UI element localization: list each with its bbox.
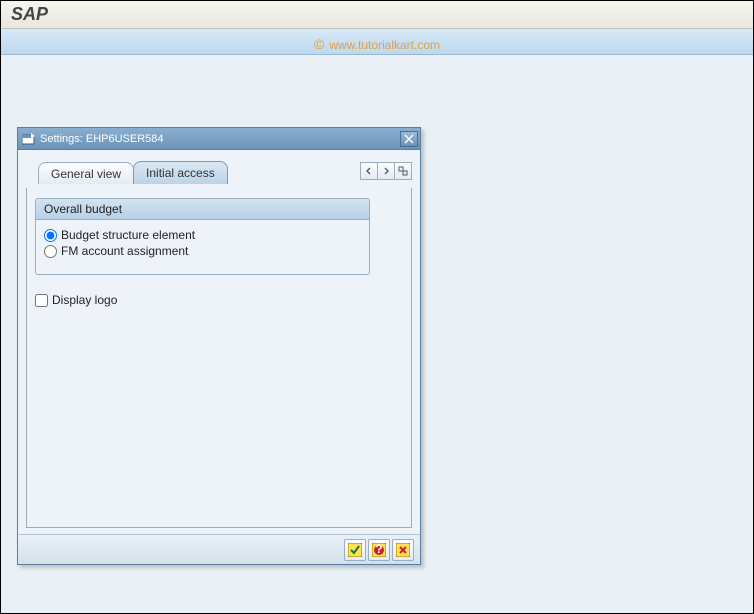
- client-area: Settings: EHP6USER584 General view Initi…: [1, 55, 753, 613]
- cancel-icon: [396, 543, 410, 557]
- dialog-titlebar[interactable]: Settings: EHP6USER584: [18, 128, 420, 150]
- checkbox-label: Display logo: [52, 293, 117, 307]
- dialog-footer: ?: [18, 534, 420, 564]
- radio-input-fm[interactable]: [44, 245, 57, 258]
- checkbox-input-display-logo[interactable]: [35, 294, 48, 307]
- radio-fm-account-assignment[interactable]: FM account assignment: [44, 244, 361, 258]
- radio-input-bse[interactable]: [44, 229, 57, 242]
- close-icon: [404, 134, 414, 144]
- close-button[interactable]: [400, 131, 418, 147]
- settings-dialog: Settings: EHP6USER584 General view Initi…: [17, 127, 421, 565]
- dialog-title: Settings: EHP6USER584: [40, 133, 164, 145]
- tab-list-icon: [398, 166, 408, 176]
- svg-text:?: ?: [375, 543, 382, 556]
- dialog-body: General view Initial access: [18, 150, 420, 534]
- tab-content: Overall budget Budget structure element …: [26, 188, 412, 528]
- ok-button[interactable]: [344, 539, 366, 561]
- radio-label: FM account assignment: [61, 244, 188, 258]
- tab-general-view[interactable]: General view: [38, 162, 134, 184]
- app-titlebar: SAP: [1, 1, 753, 29]
- check-icon: [348, 543, 362, 557]
- tab-list-button[interactable]: [394, 162, 412, 180]
- chevron-left-icon: [365, 167, 373, 175]
- overall-budget-group: Overall budget Budget structure element …: [35, 198, 370, 275]
- tab-initial-access[interactable]: Initial access: [133, 161, 228, 184]
- display-logo-checkbox[interactable]: Display logo: [35, 293, 403, 307]
- tab-scroll-left-button[interactable]: [360, 162, 378, 180]
- cancel-button[interactable]: [392, 539, 414, 561]
- app-title: SAP: [11, 4, 48, 25]
- info-button[interactable]: ?: [368, 539, 390, 561]
- question-icon: ?: [372, 543, 386, 557]
- groupbox-title: Overall budget: [36, 199, 369, 220]
- tabstrip: General view Initial access: [26, 160, 412, 184]
- dialog-icon: [22, 133, 36, 145]
- chevron-right-icon: [382, 167, 390, 175]
- main-toolbar: [1, 29, 753, 55]
- radio-budget-structure-element[interactable]: Budget structure element: [44, 228, 361, 242]
- tab-scroll-right-button[interactable]: [377, 162, 395, 180]
- radio-label: Budget structure element: [61, 228, 195, 242]
- tab-label: General view: [51, 167, 121, 181]
- tab-nav: [361, 162, 412, 180]
- tab-label: Initial access: [146, 166, 215, 180]
